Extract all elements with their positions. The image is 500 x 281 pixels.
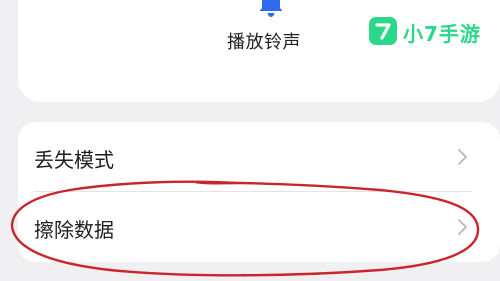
device-options-list: 丢失模式 擦除数据 bbox=[18, 122, 500, 262]
find-device-actions-card: 播放铃声 bbox=[18, 0, 500, 102]
list-item-lost-mode[interactable]: 丢失模式 bbox=[18, 122, 500, 192]
play-sound-button[interactable] bbox=[254, 0, 288, 20]
chevron-right-icon bbox=[458, 149, 467, 165]
chevron-right-icon bbox=[458, 219, 467, 235]
watermark-logo: 小7手游 bbox=[369, 17, 481, 49]
list-item-label: 擦除数据 bbox=[34, 218, 114, 242]
watermark-text: 小7手游 bbox=[403, 22, 481, 46]
list-item-label: 丢失模式 bbox=[34, 148, 114, 172]
play-sound-label: 播放铃声 bbox=[227, 32, 301, 53]
watermark-badge-icon bbox=[369, 17, 397, 45]
list-item-erase-data[interactable]: 擦除数据 bbox=[18, 192, 500, 262]
bell-icon bbox=[259, 0, 283, 17]
